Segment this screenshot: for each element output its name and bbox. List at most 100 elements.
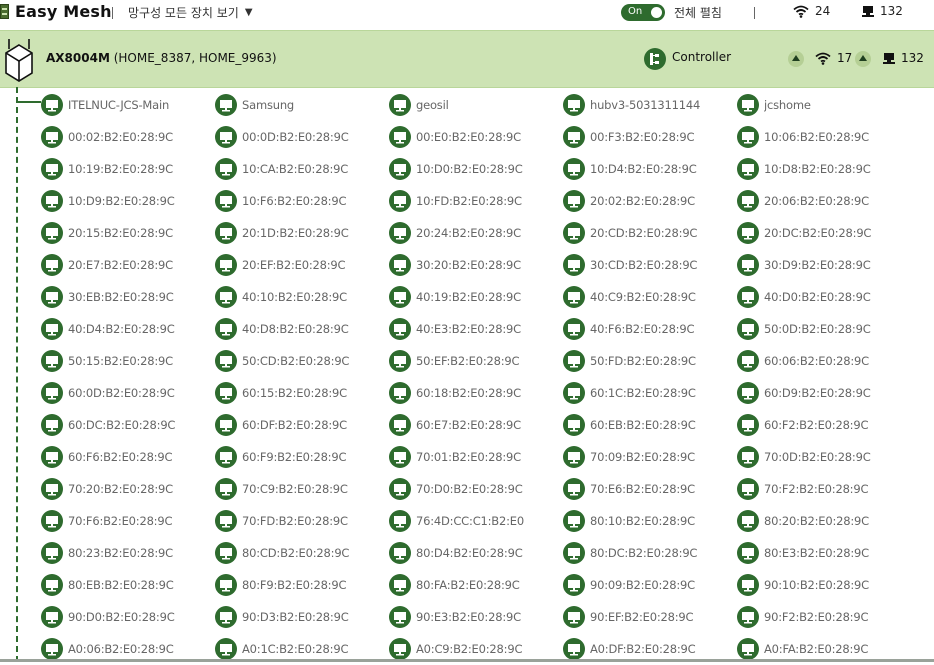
device-item[interactable]: A0:1C:B2:E0:28:9C <box>215 637 389 661</box>
device-item[interactable]: 60:15:B2:E0:28:9C <box>215 381 389 405</box>
device-item[interactable]: 10:D0:B2:E0:28:9C <box>389 157 563 181</box>
device-item[interactable]: 70:01:B2:E0:28:9C <box>389 445 563 469</box>
view-mode-dropdown[interactable]: 망구성 모든 장치 보기 ▼ <box>128 4 253 21</box>
device-item[interactable]: 00:F3:B2:E0:28:9C <box>563 125 737 149</box>
device-item[interactable]: 20:24:B2:E0:28:9C <box>389 221 563 245</box>
device-item[interactable]: 80:D4:B2:E0:28:9C <box>389 541 563 565</box>
device-item[interactable]: 20:02:B2:E0:28:9C <box>563 189 737 213</box>
device-item[interactable]: 20:06:B2:E0:28:9C <box>737 189 911 213</box>
device-item[interactable]: 70:20:B2:E0:28:9C <box>41 477 215 501</box>
device-item[interactable]: 60:D9:B2:E0:28:9C <box>737 381 911 405</box>
monitor-icon <box>737 254 759 276</box>
device-item[interactable]: 10:F6:B2:E0:28:9C <box>215 189 389 213</box>
device-item[interactable]: 00:E0:B2:E0:28:9C <box>389 125 563 149</box>
device-item[interactable]: 20:15:B2:E0:28:9C <box>41 221 215 245</box>
device-item[interactable]: 80:FA:B2:E0:28:9C <box>389 573 563 597</box>
device-label: ITELNUC-JCS-Main <box>68 98 170 112</box>
expand-toggle[interactable]: On <box>621 4 665 21</box>
device-item[interactable]: 40:19:B2:E0:28:9C <box>389 285 563 309</box>
device-item[interactable]: 70:F6:B2:E0:28:9C <box>41 509 215 533</box>
device-item[interactable]: 40:E3:B2:E0:28:9C <box>389 317 563 341</box>
device-item[interactable]: 60:06:B2:E0:28:9C <box>737 349 911 373</box>
device-item[interactable]: 80:F9:B2:E0:28:9C <box>215 573 389 597</box>
device-item[interactable]: 40:D0:B2:E0:28:9C <box>737 285 911 309</box>
device-item[interactable]: 20:DC:B2:E0:28:9C <box>737 221 911 245</box>
device-item[interactable]: 60:EB:B2:E0:28:9C <box>563 413 737 437</box>
device-item[interactable]: A0:C9:B2:E0:28:9C <box>389 637 563 661</box>
device-item[interactable]: 30:EB:B2:E0:28:9C <box>41 285 215 309</box>
device-item[interactable]: 10:FD:B2:E0:28:9C <box>389 189 563 213</box>
monitor-icon <box>389 318 411 340</box>
device-item[interactable]: 40:D8:B2:E0:28:9C <box>215 317 389 341</box>
device-item[interactable]: 76:4D:CC:C1:B2:E0 <box>389 509 563 533</box>
device-item[interactable]: geosil <box>389 93 563 117</box>
device-item[interactable]: 40:F6:B2:E0:28:9C <box>563 317 737 341</box>
device-item[interactable]: 70:D0:B2:E0:28:9C <box>389 477 563 501</box>
device-item[interactable]: 70:C9:B2:E0:28:9C <box>215 477 389 501</box>
device-item[interactable]: A0:FA:B2:E0:28:9C <box>737 637 911 661</box>
wifi-clients-toggle-button[interactable] <box>788 51 804 67</box>
device-item[interactable]: 50:CD:B2:E0:28:9C <box>215 349 389 373</box>
device-item[interactable]: 60:DF:B2:E0:28:9C <box>215 413 389 437</box>
device-item[interactable]: 30:D9:B2:E0:28:9C <box>737 253 911 277</box>
device-item[interactable]: 60:0D:B2:E0:28:9C <box>41 381 215 405</box>
device-item[interactable]: 90:E3:B2:E0:28:9C <box>389 605 563 629</box>
device-item[interactable]: 90:D0:B2:E0:28:9C <box>41 605 215 629</box>
device-item[interactable]: 80:20:B2:E0:28:9C <box>737 509 911 533</box>
device-item[interactable]: 20:CD:B2:E0:28:9C <box>563 221 737 245</box>
device-item[interactable]: 30:20:B2:E0:28:9C <box>389 253 563 277</box>
device-item[interactable]: 60:DC:B2:E0:28:9C <box>41 413 215 437</box>
device-item[interactable]: 20:EF:B2:E0:28:9C <box>215 253 389 277</box>
device-item[interactable]: 40:C9:B2:E0:28:9C <box>563 285 737 309</box>
device-item[interactable]: A0:06:B2:E0:28:9C <box>41 637 215 661</box>
device-item[interactable]: 60:F9:B2:E0:28:9C <box>215 445 389 469</box>
monitor-icon <box>389 254 411 276</box>
device-item[interactable]: 00:0D:B2:E0:28:9C <box>215 125 389 149</box>
device-item[interactable]: 70:F2:B2:E0:28:9C <box>737 477 911 501</box>
device-item[interactable]: 10:D4:B2:E0:28:9C <box>563 157 737 181</box>
device-item[interactable]: 60:F6:B2:E0:28:9C <box>41 445 215 469</box>
router-header[interactable]: AX8004M (HOME_8387, HOME_9963) Controlle… <box>0 30 934 88</box>
device-item[interactable]: 90:10:B2:E0:28:9C <box>737 573 911 597</box>
device-item[interactable]: 80:10:B2:E0:28:9C <box>563 509 737 533</box>
device-item[interactable]: A0:DF:B2:E0:28:9C <box>563 637 737 661</box>
device-item[interactable]: 60:F2:B2:E0:28:9C <box>737 413 911 437</box>
device-item[interactable]: 50:0D:B2:E0:28:9C <box>737 317 911 341</box>
device-item[interactable]: 60:18:B2:E0:28:9C <box>389 381 563 405</box>
device-item[interactable]: 10:19:B2:E0:28:9C <box>41 157 215 181</box>
device-item[interactable]: 10:D9:B2:E0:28:9C <box>41 189 215 213</box>
device-item[interactable]: 10:CA:B2:E0:28:9C <box>215 157 389 181</box>
device-item[interactable]: Samsung <box>215 93 389 117</box>
device-item[interactable]: 50:EF:B2:E0:28:9C <box>389 349 563 373</box>
device-item[interactable]: 90:D3:B2:E0:28:9C <box>215 605 389 629</box>
device-item[interactable]: 00:02:B2:E0:28:9C <box>41 125 215 149</box>
device-item[interactable]: 80:23:B2:E0:28:9C <box>41 541 215 565</box>
device-item[interactable]: 30:CD:B2:E0:28:9C <box>563 253 737 277</box>
wired-clients-toggle-button[interactable] <box>855 51 871 67</box>
device-item[interactable]: 80:E3:B2:E0:28:9C <box>737 541 911 565</box>
device-item[interactable]: 10:06:B2:E0:28:9C <box>737 125 911 149</box>
device-item[interactable]: 70:0D:B2:E0:28:9C <box>737 445 911 469</box>
device-item[interactable]: 90:F2:B2:E0:28:9C <box>737 605 911 629</box>
device-item[interactable]: 80:EB:B2:E0:28:9C <box>41 573 215 597</box>
device-item[interactable]: 70:E6:B2:E0:28:9C <box>563 477 737 501</box>
device-item[interactable]: 60:1C:B2:E0:28:9C <box>563 381 737 405</box>
device-item[interactable]: 70:09:B2:E0:28:9C <box>563 445 737 469</box>
device-item[interactable]: 50:FD:B2:E0:28:9C <box>563 349 737 373</box>
device-item[interactable]: 20:1D:B2:E0:28:9C <box>215 221 389 245</box>
device-item[interactable]: 60:E7:B2:E0:28:9C <box>389 413 563 437</box>
device-item[interactable]: 40:D4:B2:E0:28:9C <box>41 317 215 341</box>
device-item[interactable]: ITELNUC-JCS-Main <box>41 93 215 117</box>
device-item[interactable]: 90:EF:B2:E0:28:9C <box>563 605 737 629</box>
device-item[interactable]: 70:FD:B2:E0:28:9C <box>215 509 389 533</box>
device-item[interactable]: 80:CD:B2:E0:28:9C <box>215 541 389 565</box>
monitor-icon <box>41 382 63 404</box>
device-item[interactable]: 90:09:B2:E0:28:9C <box>563 573 737 597</box>
device-item[interactable]: 80:DC:B2:E0:28:9C <box>563 541 737 565</box>
device-item[interactable]: hubv3-5031311144 <box>563 93 737 117</box>
device-item[interactable]: jcshome <box>737 93 911 117</box>
device-item[interactable]: 20:E7:B2:E0:28:9C <box>41 253 215 277</box>
device-item[interactable]: 40:10:B2:E0:28:9C <box>215 285 389 309</box>
device-item[interactable]: 50:15:B2:E0:28:9C <box>41 349 215 373</box>
device-item[interactable]: 10:D8:B2:E0:28:9C <box>737 157 911 181</box>
